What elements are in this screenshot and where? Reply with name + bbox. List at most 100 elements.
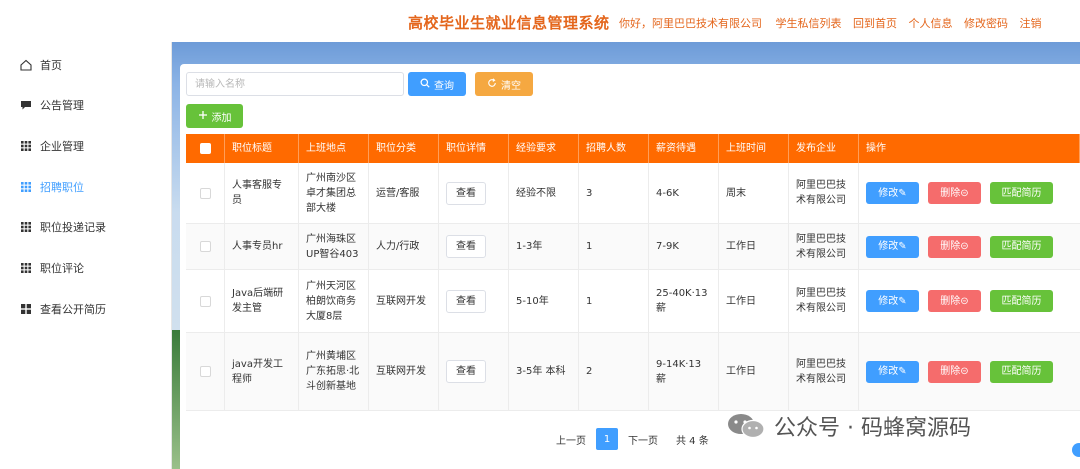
floating-help-button[interactable]	[1072, 443, 1080, 457]
sidebar-item-label: 企业管理	[40, 140, 84, 153]
student-messages-link[interactable]: 学生私信列表	[776, 17, 842, 30]
column-header[interactable]: 上班地点	[299, 134, 369, 163]
view-detail-button[interactable]: 查看	[446, 235, 486, 258]
row-checkbox-cell	[186, 270, 225, 332]
delete-button-label: 删除	[940, 366, 961, 377]
minus-circle-icon: ⊝	[960, 241, 969, 252]
row-checkbox[interactable]	[199, 295, 211, 307]
edit-button[interactable]: 修改 ✎	[866, 235, 919, 258]
match-resume-button[interactable]: 匹配简历	[990, 290, 1053, 312]
sidebar-item-applications[interactable]: 职位投递记录	[20, 218, 106, 236]
sidebar-item-resumes[interactable]: 查看公开简历	[20, 300, 106, 318]
row-checkbox[interactable]	[199, 241, 211, 252]
job-title-cell: java开发工程师	[225, 333, 299, 410]
salary-cell: 9-14K·13薪	[649, 333, 719, 410]
job-title-cell: 人事专员hr	[225, 224, 299, 269]
top-header: 高校毕业生就业信息管理系统 你好，阿里巴巴技术有限公司 学生私信列表 回到首页 …	[0, 0, 1080, 42]
sidebar-item-notices[interactable]: 公告管理	[20, 96, 84, 114]
search-icon	[420, 78, 430, 91]
delete-button-label: 删除	[940, 187, 961, 199]
location-cell: 广州天河区柏朗饮商务大厦8层	[299, 270, 369, 332]
query-button[interactable]: 查询	[408, 72, 466, 96]
edit-button[interactable]: 修改 ✎	[866, 290, 919, 312]
schedule-cell: 工作日	[719, 333, 789, 410]
experience-cell: 1-3年	[509, 224, 579, 269]
grid-icon	[20, 262, 32, 274]
column-header[interactable]: 招聘人数	[579, 134, 649, 163]
location-cell: 广州海珠区UP智谷403	[299, 224, 369, 269]
watermark-text: 公众号 · 码蜂窝源码	[774, 416, 971, 441]
headcount-cell: 1	[579, 270, 649, 332]
delete-button[interactable]: 删除 ⊝	[928, 290, 981, 312]
total-count: 共 4 条	[676, 435, 709, 447]
clear-button[interactable]: 清空	[475, 72, 533, 96]
salary-cell: 4-6K	[649, 163, 719, 223]
plus-icon	[198, 110, 208, 123]
view-detail-button[interactable]: 查看	[446, 181, 486, 205]
search-input[interactable]	[186, 72, 404, 96]
view-detail-button[interactable]: 查看	[446, 360, 486, 383]
table-row: 人事专员hr 广州海珠区UP智谷403 人力/行政 查看 1-3年 1 7-9K…	[186, 224, 1080, 270]
change-password-link[interactable]: 修改密码	[964, 17, 1008, 30]
logout-link[interactable]: 注销	[1020, 17, 1042, 30]
query-button-label: 查询	[434, 80, 454, 92]
delete-button[interactable]: 删除 ⊝	[928, 235, 981, 258]
view-detail-button[interactable]: 查看	[446, 289, 486, 313]
match-resume-button[interactable]: 匹配简历	[990, 182, 1053, 204]
grid-icon	[20, 181, 32, 193]
category-cell: 运营/客服	[369, 163, 439, 223]
minus-circle-icon: ⊝	[960, 187, 969, 199]
column-header[interactable]: 职位分类	[369, 134, 439, 163]
select-all-cell	[186, 134, 225, 163]
back-home-link[interactable]: 回到首页	[853, 17, 897, 30]
edit-icon: ✎	[898, 366, 907, 377]
sidebar-item-jobs[interactable]: 招聘职位	[20, 178, 84, 196]
row-checkbox[interactable]	[199, 187, 211, 199]
column-header[interactable]: 发布企业	[789, 134, 859, 163]
sidebar-item-companies[interactable]: 企业管理	[20, 137, 84, 155]
location-cell: 广州黄埔区广东拓思·北斗创新基地	[299, 333, 369, 410]
sidebar-item-label: 招聘职位	[40, 181, 84, 194]
column-header[interactable]: 薪资待遇	[649, 134, 719, 163]
column-header[interactable]: 上班时间	[719, 134, 789, 163]
row-checkbox[interactable]	[199, 366, 211, 377]
sidebar-item-home[interactable]: 首页	[20, 56, 62, 74]
page-number-current[interactable]: 1	[596, 428, 618, 450]
row-checkbox-cell	[186, 224, 225, 269]
profile-link[interactable]: 个人信息	[909, 17, 953, 30]
delete-button[interactable]: 删除 ⊝	[928, 182, 981, 204]
actions-cell: 修改 ✎ 删除 ⊝ 匹配简历	[859, 333, 1080, 410]
table-row: Java后端研发主管 广州天河区柏朗饮商务大厦8层 互联网开发 查看 5-10年…	[186, 270, 1080, 333]
select-all-checkbox[interactable]	[199, 143, 211, 154]
job-title-cell: Java后端研发主管	[225, 270, 299, 332]
delete-button[interactable]: 删除 ⊝	[928, 360, 981, 383]
sidebar: 首页 公告管理 企业管理 招聘职位 职位投递记录 职位评论 查看公开简历	[0, 42, 172, 469]
edit-button-label: 修改	[878, 241, 899, 252]
category-cell: 人力/行政	[369, 224, 439, 269]
row-checkbox-cell	[186, 333, 225, 410]
category-cell: 互联网开发	[369, 270, 439, 332]
detail-cell: 查看	[439, 224, 509, 269]
column-header[interactable]: 职位标题	[225, 134, 299, 163]
headcount-cell: 3	[579, 163, 649, 223]
prev-page-button[interactable]: 上一页	[552, 428, 590, 450]
actions-cell: 修改 ✎ 删除 ⊝ 匹配简历	[859, 163, 1080, 223]
detail-cell: 查看	[439, 270, 509, 332]
grid-icon	[20, 221, 32, 233]
add-button[interactable]: 添加	[186, 104, 243, 128]
match-resume-button[interactable]: 匹配简历	[990, 360, 1053, 383]
grid-icon	[20, 140, 32, 152]
edit-button[interactable]: 修改 ✎	[866, 360, 919, 383]
company-cell: 阿里巴巴技术有限公司	[789, 163, 859, 223]
column-header[interactable]: 经验要求	[509, 134, 579, 163]
match-resume-button[interactable]: 匹配简历	[990, 235, 1053, 258]
next-page-button[interactable]: 下一页	[624, 428, 662, 450]
delete-button-label: 删除	[940, 295, 961, 307]
sidebar-item-comments[interactable]: 职位评论	[20, 259, 84, 277]
home-icon	[20, 59, 32, 71]
minus-circle-icon: ⊝	[960, 295, 969, 307]
system-title: 高校毕业生就业信息管理系统	[408, 14, 610, 32]
column-header[interactable]: 职位详情	[439, 134, 509, 163]
edit-button[interactable]: 修改 ✎	[866, 182, 919, 204]
sidebar-item-label: 职位投递记录	[40, 221, 106, 234]
